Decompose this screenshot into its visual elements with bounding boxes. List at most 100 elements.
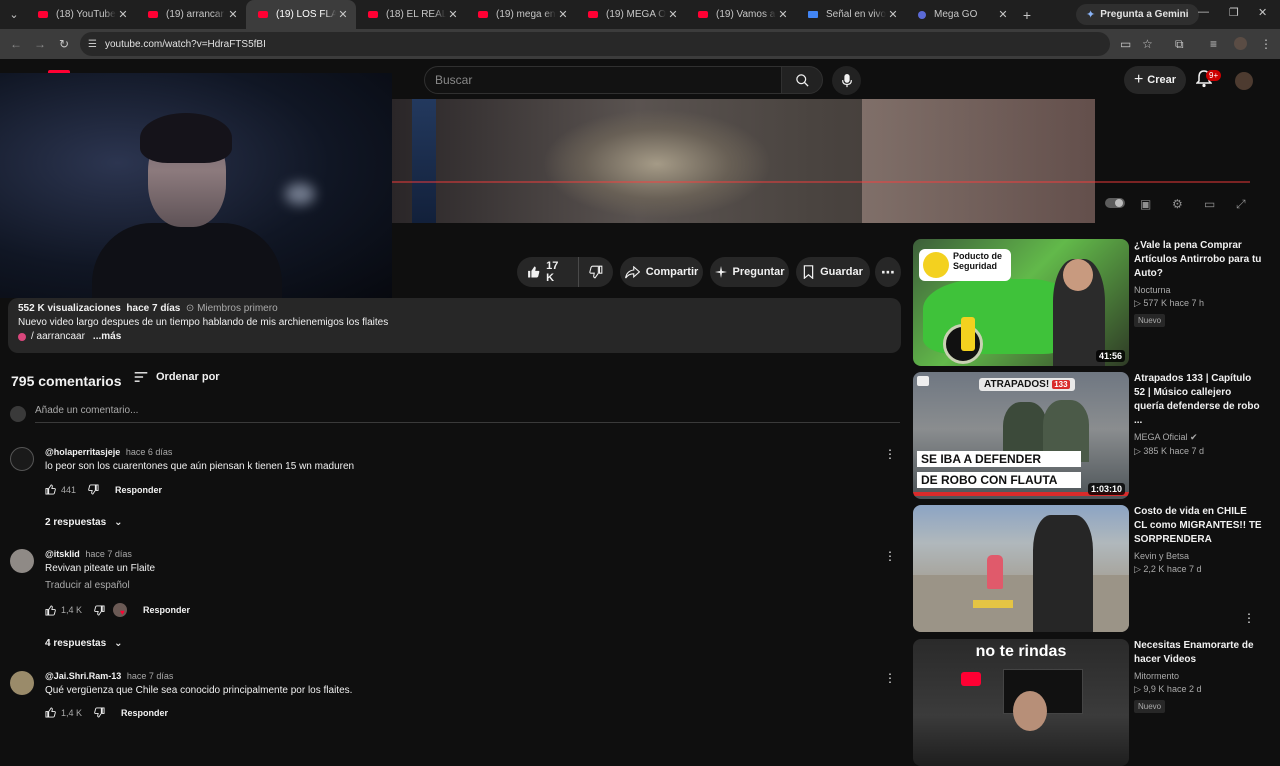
dislike-button[interactable] bbox=[579, 265, 613, 279]
browser-tab[interactable]: (19) Vamos a Prob✕ bbox=[686, 0, 796, 29]
window-close-icon[interactable]: ✕ bbox=[1258, 6, 1267, 19]
reload-icon[interactable]: ↻ bbox=[52, 37, 76, 51]
comment-time[interactable]: hace 6 días bbox=[126, 447, 173, 457]
forward-icon[interactable]: → bbox=[28, 37, 52, 51]
browser-tab[interactable]: Señal en vivo ✕ bbox=[796, 0, 906, 29]
tab-close-icon[interactable]: ✕ bbox=[776, 8, 790, 21]
video-thumbnail[interactable]: no te rindas bbox=[913, 639, 1129, 766]
add-comment-input[interactable]: Añade un comentario... bbox=[35, 405, 900, 423]
video-progress-bar[interactable] bbox=[392, 181, 1250, 183]
comment-time[interactable]: hace 7 días bbox=[127, 671, 174, 681]
comment-menu-icon[interactable]: ⋮ bbox=[884, 549, 896, 563]
video-menu-icon[interactable]: ⋮ bbox=[1243, 611, 1255, 625]
tab-search-icon[interactable]: ⌄ bbox=[2, 4, 26, 26]
gemini-button[interactable]: ✦ Pregunta a Gemini bbox=[1076, 4, 1199, 25]
video-title[interactable]: Costo de vida en CHILE CL como MIGRANTES… bbox=[1134, 505, 1262, 547]
comment-dislike-icon[interactable] bbox=[94, 707, 105, 718]
browser-tab[interactable]: (19) MEGA Oficial✕ bbox=[576, 0, 686, 29]
like-button[interactable]: 17 K bbox=[517, 257, 579, 287]
channel-tag-link[interactable]: / aarrancaar bbox=[31, 331, 85, 342]
channel-name[interactable]: MEGA Oficial ✔ bbox=[1134, 432, 1262, 443]
view-replies-button[interactable]: 2 respuestas ⌄ bbox=[45, 517, 123, 528]
miniplayer-icon[interactable]: ▭ bbox=[1204, 197, 1215, 211]
subtitles-icon[interactable]: ▣ bbox=[1140, 197, 1151, 211]
browser-tab[interactable]: (19) mega en vivo✕ bbox=[466, 0, 576, 29]
video-thumbnail[interactable] bbox=[913, 505, 1129, 632]
browser-tab[interactable]: (19) arrancar - Yo✕ bbox=[136, 0, 246, 29]
browser-menu-icon[interactable]: ⋮ bbox=[1260, 37, 1272, 51]
site-info-icon[interactable]: ☰ bbox=[88, 39, 97, 50]
sort-by-button[interactable]: Ordenar por bbox=[134, 371, 220, 383]
comment-like-icon[interactable] bbox=[45, 707, 56, 718]
browser-tab[interactable]: (18) YouTube ✕ bbox=[26, 0, 136, 29]
reply-button[interactable]: Responder bbox=[115, 485, 162, 495]
comment-author[interactable]: @Jai.Shri.Ram-13 bbox=[45, 671, 121, 681]
channel-name[interactable]: Nocturna bbox=[1134, 285, 1262, 295]
new-tab-icon[interactable]: + bbox=[1016, 7, 1038, 23]
tab-close-icon[interactable]: ✕ bbox=[666, 8, 680, 21]
back-icon[interactable]: ← bbox=[4, 37, 28, 51]
settings-gear-icon[interactable]: ⚙ bbox=[1172, 197, 1183, 211]
minimize-icon[interactable]: — bbox=[1198, 6, 1209, 18]
extensions-icon[interactable]: ⧉ bbox=[1175, 37, 1184, 52]
recommended-video[interactable]: ATRAPADOS! 133 SE IBA A DEFENDER DE ROBO … bbox=[913, 372, 1263, 499]
account-avatar[interactable] bbox=[1235, 72, 1253, 90]
recommended-video[interactable]: Poducto de Seguridad 41:56 ¿Vale la pena… bbox=[913, 239, 1263, 366]
comment-like-icon[interactable] bbox=[45, 604, 56, 616]
voice-search-button[interactable] bbox=[832, 66, 861, 95]
tab-close-icon[interactable]: ✕ bbox=[446, 8, 460, 21]
video-thumbnail[interactable]: ATRAPADOS! 133 SE IBA A DEFENDER DE ROBO … bbox=[913, 372, 1129, 499]
share-button[interactable]: Compartir bbox=[620, 257, 703, 287]
recommended-video[interactable]: no te rindas Necesitas Enamorarte de hac… bbox=[913, 639, 1263, 766]
tab-close-icon[interactable]: ✕ bbox=[336, 8, 350, 21]
more-actions-button[interactable]: ⋯ bbox=[875, 257, 901, 287]
commenter-avatar[interactable] bbox=[10, 447, 34, 471]
channel-name[interactable]: Mitormento bbox=[1134, 671, 1262, 681]
translate-link[interactable]: Traducir al español bbox=[45, 580, 130, 591]
view-replies-button[interactable]: 4 respuestas ⌄ bbox=[45, 638, 123, 649]
video-title[interactable]: ¿Vale la pena Comprar Artículos Antirrob… bbox=[1134, 239, 1262, 281]
thumb-channel-logo bbox=[917, 376, 929, 386]
video-title[interactable]: Atrapados 133 | Capítulo 52 | Músico cal… bbox=[1134, 372, 1262, 428]
browser-tab[interactable]: Mega GO ✕ bbox=[906, 0, 1016, 29]
reply-button[interactable]: Responder bbox=[121, 708, 168, 718]
comment-dislike-icon[interactable] bbox=[88, 484, 99, 495]
browser-profile-avatar[interactable] bbox=[1234, 37, 1247, 50]
comment-author[interactable]: @itsklid bbox=[45, 549, 80, 559]
tab-close-icon[interactable]: ✕ bbox=[226, 8, 240, 21]
comment-author[interactable]: @holaperritasjeje bbox=[45, 447, 120, 457]
comment-like-icon[interactable] bbox=[45, 484, 56, 495]
video-title[interactable]: Necesitas Enamorarte de hacer Videos bbox=[1134, 639, 1262, 667]
ask-button[interactable]: Preguntar bbox=[710, 257, 789, 287]
comment-menu-icon[interactable]: ⋮ bbox=[884, 447, 896, 461]
search-button[interactable] bbox=[781, 66, 823, 94]
tab-close-icon[interactable]: ✕ bbox=[116, 8, 130, 21]
tab-close-icon[interactable]: ✕ bbox=[556, 8, 570, 21]
autoplay-toggle[interactable] bbox=[1105, 198, 1125, 208]
media-icon[interactable]: ≡ bbox=[1210, 37, 1217, 51]
video-description-box[interactable]: 552 K visualizaciones hace 7 días ⊙ Miem… bbox=[8, 298, 901, 353]
video-thumbnail[interactable]: Poducto de Seguridad 41:56 bbox=[913, 239, 1129, 366]
search-input[interactable]: Buscar bbox=[424, 66, 782, 94]
maximize-icon[interactable]: ❐ bbox=[1229, 6, 1239, 19]
video-player[interactable] bbox=[392, 99, 1095, 223]
browser-tab[interactable]: (19) LOS FLAITES✕ bbox=[246, 0, 356, 29]
cast-icon[interactable]: ▭ bbox=[1120, 37, 1131, 51]
comment-time[interactable]: hace 7 días bbox=[85, 549, 132, 559]
channel-name[interactable]: Kevin y Betsa bbox=[1134, 551, 1262, 561]
recommended-video[interactable]: Costo de vida en CHILE CL como MIGRANTES… bbox=[913, 505, 1263, 632]
reply-button[interactable]: Responder bbox=[143, 605, 190, 615]
fullscreen-icon[interactable]: ⤢ bbox=[1236, 197, 1246, 212]
comment-menu-icon[interactable]: ⋮ bbox=[884, 671, 896, 685]
commenter-avatar[interactable] bbox=[10, 671, 34, 695]
save-button[interactable]: Guardar bbox=[796, 257, 870, 287]
tab-close-icon[interactable]: ✕ bbox=[886, 8, 900, 21]
show-more-link[interactable]: ...más bbox=[93, 331, 121, 342]
address-bar[interactable]: ☰ youtube.com/watch?v=HdraFTS5fBI bbox=[80, 32, 1110, 56]
tab-close-icon[interactable]: ✕ bbox=[996, 8, 1010, 21]
browser-tab[interactable]: (18) EL REALITY M✕ bbox=[356, 0, 466, 29]
commenter-avatar[interactable] bbox=[10, 549, 34, 573]
create-button[interactable]: + Crear bbox=[1124, 66, 1186, 94]
bookmark-star-icon[interactable]: ☆ bbox=[1142, 37, 1153, 51]
comment-dislike-icon[interactable] bbox=[94, 604, 105, 616]
